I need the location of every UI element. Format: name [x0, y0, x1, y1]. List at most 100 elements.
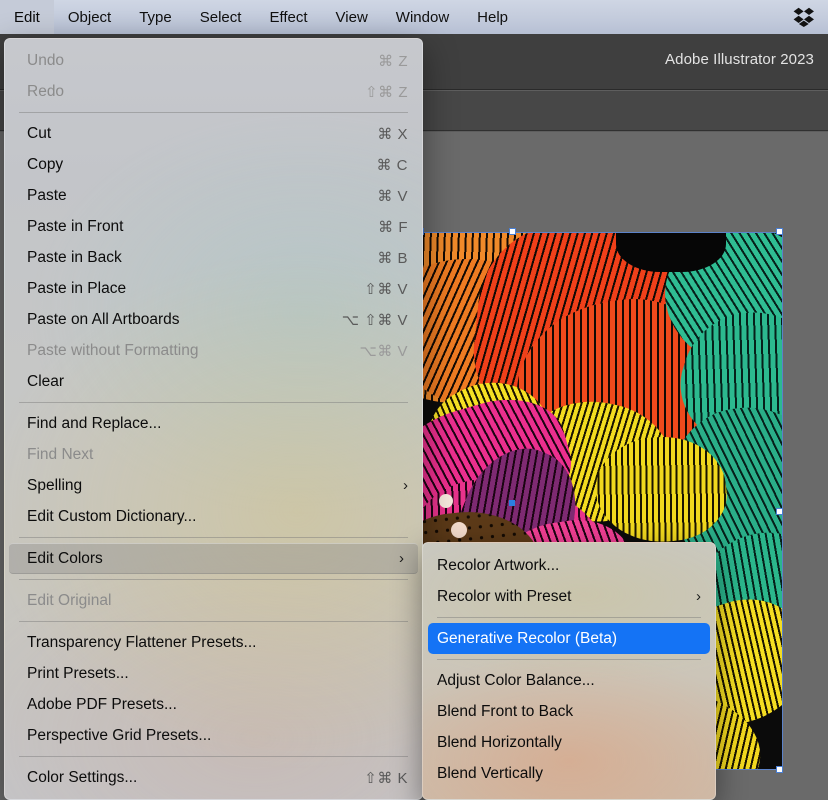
- chevron-right-icon: ›: [403, 477, 408, 494]
- menu-item-paste-without-formatting: Paste without Formatting ⌥⌘ V: [5, 335, 422, 366]
- submenu-separator: [437, 617, 701, 618]
- menu-item-spelling[interactable]: Spelling ›: [5, 470, 422, 501]
- menu-item-label: Clear: [27, 372, 65, 390]
- menu-item-label: Adobe PDF Presets...: [27, 695, 177, 713]
- menu-bar: Edit Object Type Select Effect View Window Help: [0, 0, 828, 34]
- menu-item-label: Edit Custom Dictionary...: [27, 507, 197, 525]
- menubar-item-help[interactable]: Help: [463, 0, 522, 34]
- edit-dropdown-menu[interactable]: Undo ⌘ Z Redo ⇧⌘ Z Cut ⌘ X Copy ⌘ C Paste ⌘ V Past…: [4, 38, 423, 800]
- menu-item-edit-original: Edit Original: [5, 585, 422, 616]
- chevron-right-icon: ›: [399, 550, 404, 567]
- menubar-item-view[interactable]: View: [322, 0, 382, 34]
- menu-item-label: Perspective Grid Presets...: [27, 726, 212, 744]
- menu-item-paste-on-all-artboards[interactable]: Paste on All Artboards ⌥ ⇧⌘ V: [5, 304, 422, 335]
- menu-item-label: Color Settings...: [27, 768, 138, 786]
- menu-item-copy[interactable]: Copy ⌘ C: [5, 149, 422, 180]
- menu-item-label: Paste in Front: [27, 217, 124, 235]
- submenu-item-recolor-artwork[interactable]: Recolor Artwork...: [423, 550, 715, 581]
- menu-item-paste[interactable]: Paste ⌘ V: [5, 180, 422, 211]
- menu-item-shortcut: ⌘ B: [377, 249, 408, 267]
- menu-item-shortcut: ⇧⌘ K: [364, 769, 408, 787]
- menu-item-label: Print Presets...: [27, 664, 129, 682]
- submenu-item-blend-front-to-back[interactable]: Blend Front to Back: [423, 696, 715, 727]
- submenu-item-label: Blend Vertically: [437, 764, 543, 782]
- menu-item-redo: Redo ⇧⌘ Z: [5, 76, 422, 107]
- menu-item-label: Paste in Place: [27, 279, 127, 297]
- submenu-separator: [437, 659, 701, 660]
- selection-handle-tr[interactable]: [776, 228, 783, 235]
- menu-item-shortcut: ⌘ C: [376, 156, 408, 174]
- submenu-item-label: Blend Front to Back: [437, 702, 574, 720]
- menubar-item-window[interactable]: Window: [382, 0, 463, 34]
- menu-separator: [19, 579, 408, 580]
- menubar-item-type[interactable]: Type: [125, 0, 186, 34]
- selection-handle-br[interactable]: [776, 766, 783, 773]
- menu-item-label: Paste in Back: [27, 248, 122, 266]
- menu-item-label: Find Next: [27, 445, 94, 463]
- submenu-item-recolor-with-preset[interactable]: Recolor with Preset ›: [423, 581, 715, 612]
- menu-separator: [19, 756, 408, 757]
- submenu-item-label: Recolor with Preset: [437, 587, 572, 605]
- menu-item-color-settings[interactable]: Color Settings... ⇧⌘ K: [5, 762, 422, 793]
- menu-item-undo: Undo ⌘ Z: [5, 45, 422, 76]
- menu-item-shortcut: ⌥⌘ V: [359, 342, 408, 360]
- chevron-right-icon: ›: [696, 588, 701, 605]
- menu-item-adobe-pdf-presets[interactable]: Adobe PDF Presets...: [5, 689, 422, 720]
- artwork-shape: [451, 522, 467, 538]
- menubar-item-select[interactable]: Select: [186, 0, 256, 34]
- menu-item-label: Paste: [27, 186, 67, 204]
- menu-item-label: Edit Colors: [27, 549, 103, 567]
- menu-item-cut[interactable]: Cut ⌘ X: [5, 118, 422, 149]
- menu-item-label: Cut: [27, 124, 52, 142]
- artwork-shape: [439, 494, 453, 508]
- menubar-item-effect[interactable]: Effect: [255, 0, 321, 34]
- selection-handle-mr[interactable]: [776, 508, 783, 515]
- menu-item-perspective-grid-presets[interactable]: Perspective Grid Presets...: [5, 720, 422, 751]
- edit-colors-submenu[interactable]: Recolor Artwork... Recolor with Preset › Ge…: [422, 542, 716, 800]
- menu-item-label: Paste on All Artboards: [27, 310, 180, 328]
- menu-item-label: Redo: [27, 82, 65, 100]
- menu-item-label: Undo: [27, 51, 65, 69]
- submenu-item-blend-vertically[interactable]: Blend Vertically: [423, 758, 715, 789]
- menu-item-paste-in-back[interactable]: Paste in Back ⌘ B: [5, 242, 422, 273]
- submenu-item-label: Blend Horizontally: [437, 733, 562, 751]
- menu-separator: [19, 402, 408, 403]
- menu-item-transparency-flattener-presets[interactable]: Transparency Flattener Presets...: [5, 627, 422, 658]
- menu-item-find-next: Find Next: [5, 439, 422, 470]
- menubar-item-edit[interactable]: Edit: [0, 0, 54, 34]
- menu-item-shortcut: ⌥ ⇧⌘ V: [341, 311, 408, 329]
- menu-item-label: Spelling: [27, 476, 83, 494]
- menu-item-find-and-replace[interactable]: Find and Replace...: [5, 408, 422, 439]
- menu-separator: [19, 112, 408, 113]
- menu-item-paste-in-place[interactable]: Paste in Place ⇧⌘ V: [5, 273, 422, 304]
- menu-item-shortcut: ⌘ F: [378, 218, 408, 236]
- menu-item-edit-custom-dictionary[interactable]: Edit Custom Dictionary...: [5, 501, 422, 532]
- menu-item-label: Copy: [27, 155, 64, 173]
- submenu-item-adjust-color-balance[interactable]: Adjust Color Balance...: [423, 665, 715, 696]
- menu-item-shortcut: ⌘ V: [377, 187, 408, 205]
- submenu-item-blend-horizontally[interactable]: Blend Horizontally: [423, 727, 715, 758]
- menu-item-label: Paste without Formatting: [27, 341, 199, 359]
- menu-bar-items: Edit Object Type Select Effect View Window Help: [0, 0, 522, 34]
- app-title: Adobe Illustrator 2023: [665, 51, 814, 68]
- submenu-item-label: Generative Recolor (Beta): [437, 629, 618, 647]
- menu-item-label: Find and Replace...: [27, 414, 162, 432]
- menu-item-shortcut: ⌘ X: [377, 125, 408, 143]
- menu-item-label: Transparency Flattener Presets...: [27, 633, 257, 651]
- menu-item-paste-in-front[interactable]: Paste in Front ⌘ F: [5, 211, 422, 242]
- selection-anchor-point[interactable]: [509, 500, 515, 506]
- menu-item-label: Edit Original: [27, 591, 112, 609]
- selection-handle-tm[interactable]: [509, 228, 516, 235]
- dropbox-icon[interactable]: [793, 7, 815, 27]
- menu-item-shortcut: ⌘ Z: [378, 52, 408, 70]
- menubar-item-object[interactable]: Object: [54, 0, 125, 34]
- submenu-item-label: Recolor Artwork...: [437, 556, 560, 574]
- menu-item-shortcut: ⇧⌘ V: [364, 280, 408, 298]
- submenu-item-generative-recolor-beta[interactable]: Generative Recolor (Beta): [428, 623, 710, 654]
- menu-item-print-presets[interactable]: Print Presets...: [5, 658, 422, 689]
- menu-item-clear[interactable]: Clear: [5, 366, 422, 397]
- menu-separator: [19, 537, 408, 538]
- menu-item-shortcut: ⇧⌘ Z: [365, 83, 408, 101]
- menu-separator: [19, 621, 408, 622]
- menu-item-edit-colors[interactable]: Edit Colors ›: [9, 543, 418, 574]
